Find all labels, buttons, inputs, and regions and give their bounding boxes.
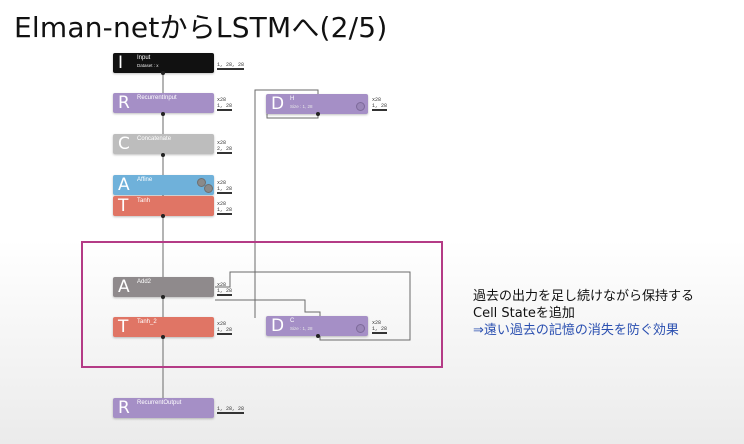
shape-label: x28 1, 28 [217, 201, 233, 215]
info-icon[interactable] [356, 102, 365, 111]
node-tanh-2[interactable]: T Tanh_2 [113, 317, 214, 337]
node-add2[interactable]: A Add2 [113, 277, 214, 297]
node-letter: T [118, 317, 129, 337]
node-name: Affine [137, 177, 153, 183]
node-letter: T [118, 196, 129, 216]
port[interactable] [161, 71, 165, 75]
cell-state-highlight-box [81, 241, 443, 368]
node-letter: A [118, 175, 130, 195]
shape-label: x28 1, 28 [217, 282, 233, 296]
shape-label: x28 1, 28 [372, 320, 388, 334]
port[interactable] [161, 153, 165, 157]
annotation-line-3: ⇒遠い過去の記憶の消失を防ぐ効果 [473, 323, 679, 338]
annotation-line-2: Cell Stateを追加 [473, 306, 575, 321]
node-name: RecurrentOutput [137, 400, 182, 406]
node-name: Tanh_2 [137, 319, 157, 325]
port[interactable] [316, 334, 320, 338]
info-icon[interactable] [356, 324, 365, 333]
node-name: Tanh [137, 198, 151, 204]
port[interactable] [161, 112, 165, 116]
node-name: Concatenate [137, 136, 172, 142]
node-recurrent-input[interactable]: R RecurrentInput [113, 93, 214, 113]
node-name: Add2 [137, 279, 152, 285]
node-tanh[interactable]: T Tanh [113, 196, 214, 216]
node-sub: Size : 1, 28 [290, 104, 313, 109]
node-letter: D [271, 94, 285, 114]
node-sub: Dataset : x [137, 63, 159, 68]
node-name: Input [137, 55, 151, 61]
node-input[interactable]: I Input Dataset : x [113, 53, 214, 73]
shape-label: 1, 28, 28 [217, 62, 245, 70]
node-sub: Size : 1, 28 [290, 326, 313, 331]
node-letter: R [118, 398, 130, 418]
node-delay-h[interactable]: D H Size : 1, 28 [266, 94, 368, 114]
gear-icon[interactable] [204, 184, 213, 193]
annotation-line-1: 過去の出力を足し続けながら保持する [473, 289, 695, 304]
node-recurrent-output[interactable]: R RecurrentOutput [113, 398, 214, 418]
connection-wires [162, 73, 411, 398]
node-affine[interactable]: A Affine [113, 175, 214, 195]
port[interactable] [316, 112, 320, 116]
node-name: RecurrentInput [137, 95, 177, 101]
port[interactable] [161, 214, 165, 218]
shape-label: 1, 28, 28 [217, 406, 245, 414]
node-letter: A [118, 277, 130, 297]
shape-label: x28 1, 28 [217, 180, 233, 194]
annotation-text: 過去の出力を足し続けながら保持する Cell Stateを追加 ⇒遠い過去の記憶… [473, 288, 694, 339]
port[interactable] [161, 295, 165, 299]
node-delay-c[interactable]: D C Size : 1, 28 [266, 316, 368, 336]
shape-label: x28 1, 28 [372, 97, 388, 111]
node-letter: D [271, 316, 285, 336]
shape-label: x28 2, 28 [217, 140, 233, 154]
node-letter: I [118, 53, 124, 73]
node-name: C [290, 318, 295, 324]
node-letter: R [118, 93, 130, 113]
port[interactable] [161, 335, 165, 339]
node-letter: C [118, 134, 130, 154]
node-name: H [290, 96, 295, 102]
shape-label: x28 1, 28 [217, 321, 233, 335]
node-concatenate[interactable]: C Concatenate [113, 134, 214, 154]
shape-label: x28 1, 28 [217, 97, 233, 111]
